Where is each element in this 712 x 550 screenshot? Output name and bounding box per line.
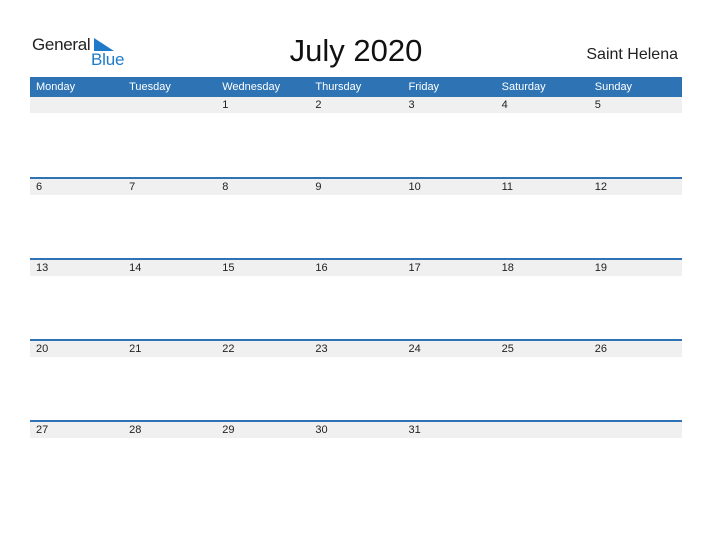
day-cell[interactable] [496,276,589,339]
day-cell[interactable] [30,276,123,339]
date-number [589,422,682,438]
day-cell[interactable] [403,276,496,339]
day-cell[interactable] [589,276,682,339]
date-band: 27 28 29 30 31 [30,420,682,438]
day-cell[interactable] [309,195,402,258]
day-cell[interactable] [496,438,589,501]
date-number: 31 [408,424,421,436]
day-cell[interactable] [309,438,402,501]
week-row: 6 7 8 9 10 11 12 [30,177,682,258]
day-cell[interactable] [30,113,123,176]
day-cells [30,276,682,339]
week-row: 27 28 29 30 31 [30,420,682,501]
date-number: 6 [36,181,43,193]
day-cells [30,357,682,420]
country-label: Saint Helena [586,46,678,63]
weekday-saturday: Saturday [501,81,546,93]
date-number: 23 [315,343,328,355]
day-cell[interactable] [123,113,216,176]
date-number: 15 [222,262,235,274]
date-number: 27 [36,424,49,436]
date-number: 9 [315,181,322,193]
day-cell[interactable] [216,438,309,501]
day-cell[interactable] [123,438,216,501]
weekday-tuesday: Tuesday [129,81,171,93]
weekday-thursday: Thursday [315,81,362,93]
day-cell[interactable] [496,195,589,258]
date-number: 25 [501,343,514,355]
date-number [30,97,123,113]
day-cell[interactable] [123,276,216,339]
day-cell[interactable] [309,276,402,339]
date-number: 3 [408,99,415,111]
date-number: 5 [594,99,601,111]
date-number: 21 [129,343,142,355]
date-number [496,422,589,438]
day-cell[interactable] [496,357,589,420]
day-cells [30,113,682,176]
date-number: 8 [222,181,229,193]
day-cell[interactable] [30,357,123,420]
week-row: 13 14 15 16 17 18 19 [30,258,682,339]
date-number: 1 [222,99,229,111]
day-cell[interactable] [123,195,216,258]
day-cell[interactable] [496,113,589,176]
date-number: 16 [315,262,328,274]
day-cell[interactable] [403,357,496,420]
day-cell[interactable] [403,113,496,176]
day-cell[interactable] [403,195,496,258]
day-cells [30,195,682,258]
weekday-header: Monday Tuesday Wednesday Thursday Friday… [30,77,682,97]
date-number: 24 [408,343,421,355]
date-number: 7 [129,181,136,193]
day-cell[interactable] [30,438,123,501]
calendar-grid: Monday Tuesday Wednesday Thursday Friday… [30,77,682,501]
date-number: 19 [594,262,607,274]
date-number: 26 [594,343,607,355]
date-number: 10 [408,181,421,193]
date-band: 1 2 3 4 5 [30,97,682,113]
day-cell[interactable] [216,276,309,339]
date-number: 29 [222,424,235,436]
week-row: 1 2 3 4 5 [30,97,682,177]
date-number: 30 [315,424,328,436]
weekday-monday: Monday [36,81,76,93]
day-cell[interactable] [403,438,496,501]
day-cell[interactable] [30,195,123,258]
weekday-friday: Friday [408,81,440,93]
date-band: 6 7 8 9 10 11 12 [30,177,682,195]
date-number: 13 [36,262,49,274]
day-cell[interactable] [216,113,309,176]
date-number: 20 [36,343,49,355]
day-cell[interactable] [123,357,216,420]
weekday-sunday: Sunday [594,81,633,93]
day-cell[interactable] [216,357,309,420]
date-number: 28 [129,424,142,436]
day-cell[interactable] [309,113,402,176]
day-cell[interactable] [589,113,682,176]
day-cells [30,438,682,501]
date-number: 12 [594,181,607,193]
week-row: 20 21 22 23 24 25 26 [30,339,682,420]
date-number: 11 [501,181,514,193]
day-cell[interactable] [589,438,682,501]
date-number: 14 [129,262,142,274]
date-number [123,97,216,113]
date-number: 22 [222,343,235,355]
date-number: 4 [501,99,508,111]
weekday-wednesday: Wednesday [222,81,281,93]
date-number: 2 [315,99,322,111]
day-cell[interactable] [589,357,682,420]
day-cell[interactable] [216,195,309,258]
date-band: 13 14 15 16 17 18 19 [30,258,682,276]
day-cell[interactable] [589,195,682,258]
date-band: 20 21 22 23 24 25 26 [30,339,682,357]
date-number: 17 [408,262,421,274]
day-cell[interactable] [309,357,402,420]
date-number: 18 [501,262,514,274]
